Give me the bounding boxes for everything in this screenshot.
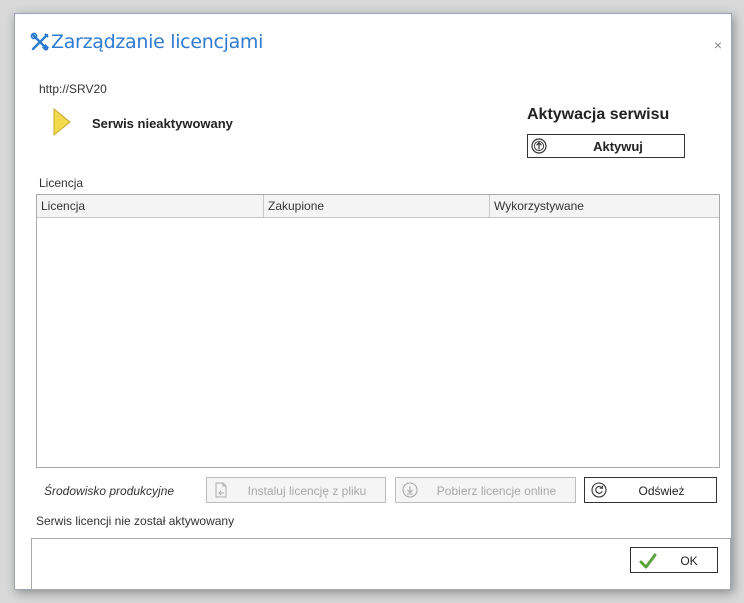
checkmark-icon	[639, 552, 657, 570]
ok-label: OK	[680, 554, 698, 568]
service-url: http://SRV20	[39, 82, 107, 96]
refresh-label: Odśwież	[638, 484, 685, 498]
column-header-used[interactable]: Wykorzystywane	[490, 195, 719, 217]
activate-button[interactable]: Aktywuj	[527, 134, 685, 158]
service-status: Serwis nieaktywowany	[92, 116, 233, 131]
refresh-icon	[591, 482, 607, 498]
download-license-online-button[interactable]: Pobierz licencje online	[395, 477, 576, 503]
title-bar: Zarządzanie licencjami ×	[15, 14, 731, 66]
license-management-dialog: Zarządzanie licencjami × http://SRV20 Se…	[14, 13, 732, 590]
dialog-title: Zarządzanie licencjami	[51, 31, 264, 53]
activation-title: Aktywacja serwisu	[527, 106, 670, 123]
license-table-header: Licencja Zakupione Wykorzystywane	[37, 195, 719, 218]
column-header-purchased[interactable]: Zakupione	[264, 195, 490, 217]
column-header-license[interactable]: Licencja	[37, 195, 264, 217]
install-license-file-label: Instaluj licencję z pliku	[247, 484, 367, 498]
close-icon[interactable]: ×	[709, 36, 727, 54]
environment-label: Środowisko produkcyjne	[44, 484, 175, 498]
download-circle-icon	[402, 482, 418, 498]
download-license-online-label: Pobierz licencje online	[436, 484, 557, 498]
refresh-button[interactable]: Odśwież	[584, 477, 717, 503]
install-license-file-button[interactable]: Instaluj licencję z pliku	[206, 477, 386, 503]
license-table[interactable]: Licencja Zakupione Wykorzystywane	[36, 194, 720, 468]
file-import-icon	[213, 482, 229, 498]
arrow-up-circle-icon	[531, 138, 547, 154]
ok-button[interactable]: OK	[630, 547, 718, 573]
tools-icon	[30, 32, 50, 52]
dialog-button-panel: OK	[31, 538, 731, 590]
triangle-right-icon	[52, 107, 72, 137]
status-message: Serwis licencji nie został aktywowany	[36, 514, 235, 528]
license-section-label: Licencja	[39, 176, 84, 190]
activate-button-label: Aktywuj	[593, 139, 643, 154]
